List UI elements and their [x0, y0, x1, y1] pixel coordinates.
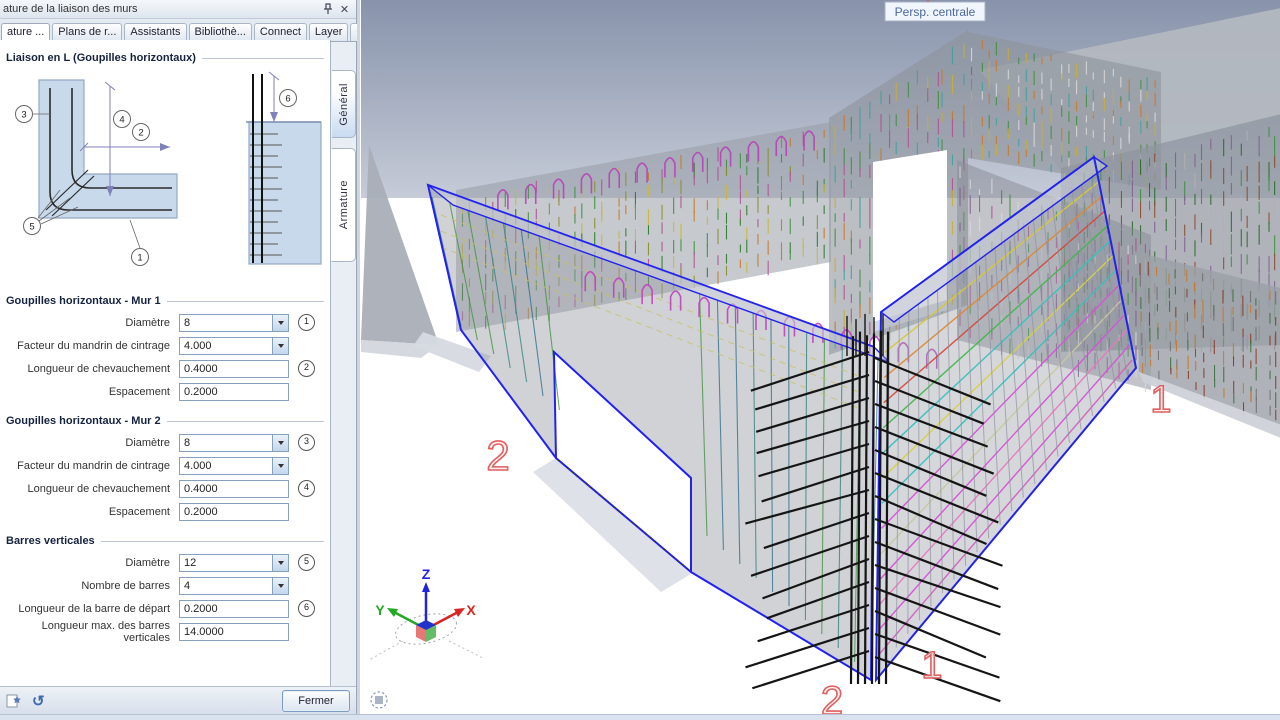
form-row: Nombre de barres40	[4, 574, 330, 597]
input-s1-r4[interactable]	[179, 383, 289, 401]
axis-z-label: Z	[422, 566, 431, 582]
form-row: Diamètre8 1	[4, 311, 330, 334]
wall-marker: 1	[1150, 379, 1171, 421]
section-title: Goupilles horizontaux - Mur 2	[6, 415, 161, 427]
tab-armature[interactable]: Armature	[331, 148, 356, 262]
form-section: Barres verticales Diamètre12 5 Nombre de ba…	[4, 535, 330, 643]
chevron-down-icon[interactable]	[272, 555, 288, 571]
panel-titlebar: ature de la liaison des murs ✕	[0, 0, 356, 19]
form-row: Longueur de chevauchement 4	[4, 477, 330, 500]
3d-viewport[interactable]: 2 1 1 2 Persp. centrale Z X Y	[360, 0, 1280, 714]
dropdown-s1-r1[interactable]: 8	[179, 314, 289, 332]
input-s3-r3[interactable]	[179, 600, 289, 618]
callout-badge: 2	[298, 360, 315, 377]
field-label: Longueur de chevauchement	[4, 483, 179, 495]
field-label: Facteur du mandrin de cintrage	[4, 340, 179, 352]
dropdown-s1-r2[interactable]: 4.000	[179, 337, 289, 355]
svg-text:6: 6	[285, 94, 290, 105]
panel-title: ature de la liaison des murs	[3, 3, 319, 15]
form-sections: Goupilles horizontaux - Mur 1Diamètre81F…	[4, 295, 330, 643]
tab-2[interactable]: Plans de r...	[52, 23, 122, 41]
tab-4[interactable]: Bibliothè...	[189, 23, 252, 41]
dropdown-value: 4.000	[180, 460, 272, 472]
input-s3-r4[interactable]	[179, 623, 289, 641]
bottom-status-strip	[0, 714, 1280, 720]
field-label: Nombre de barres	[4, 580, 179, 592]
form-section: Goupilles horizontaux - Mur 2 Diamètre8 3 F…	[4, 415, 330, 523]
dropdown-value: 4.000	[180, 340, 272, 352]
pin-icon[interactable]	[319, 2, 336, 17]
tab-general[interactable]: Général	[332, 70, 356, 138]
form-row: Diamètre12 5	[4, 551, 330, 574]
diagram-title: Liaison en L (Goupilles horizontaux)	[6, 52, 196, 64]
chevron-down-icon[interactable]	[272, 435, 288, 451]
form-row: Espacement0	[4, 380, 330, 403]
field-label: Espacement	[4, 386, 179, 398]
dropdown-value: 12	[180, 557, 272, 569]
wall-marker: 1	[921, 645, 942, 687]
svg-text:5: 5	[29, 222, 34, 233]
chevron-down-icon[interactable]	[272, 578, 288, 594]
callout-badge: 3	[298, 434, 315, 451]
form-row: Facteur du mandrin de cintrage4.0000	[4, 454, 330, 477]
axis-x-label: X	[466, 602, 476, 618]
chevron-down-icon[interactable]	[272, 458, 288, 474]
input-s1-r3[interactable]	[179, 360, 289, 378]
reinforcement-panel: ature de la liaison des murs ✕ ature ...…	[0, 0, 357, 714]
callout-badge: 1	[298, 314, 315, 331]
callout-badge: 5	[298, 554, 315, 571]
panel-tabs: ature ...Plans de r...AssistantsBiblioth…	[0, 19, 356, 42]
form-row: Espacement0	[4, 500, 330, 523]
svg-text:1: 1	[137, 253, 142, 264]
chevron-down-icon[interactable]	[272, 315, 288, 331]
wall-marker: 2	[486, 432, 509, 479]
form-row: Longueur de la barre de départ 6	[4, 597, 330, 620]
field-label: Facteur du mandrin de cintrage	[4, 460, 179, 472]
connection-diagram: 3 4 2 5 1 6	[4, 68, 330, 283]
callout-badge: 6	[298, 600, 315, 617]
field-label: Diamètre	[4, 557, 179, 569]
tab-5[interactable]: Connect	[254, 23, 307, 41]
svg-text:4: 4	[119, 115, 124, 126]
form-row: Diamètre8 3	[4, 431, 330, 454]
input-s2-r3[interactable]	[179, 480, 289, 498]
dropdown-value: 8	[180, 317, 272, 329]
field-label: Diamètre	[4, 437, 179, 449]
input-s2-r4[interactable]	[179, 503, 289, 521]
panel-content: Liaison en L (Goupilles horizontaux) 3 4 2…	[0, 40, 331, 686]
chevron-down-icon[interactable]	[272, 338, 288, 354]
favorite-preset-icon[interactable]	[6, 693, 22, 708]
dropdown-value: 4	[180, 580, 272, 592]
field-label: Diamètre	[4, 317, 179, 329]
axis-y-label: Y	[375, 602, 385, 618]
svg-text:2: 2	[138, 128, 143, 139]
dropdown-s3-r2[interactable]: 4	[179, 577, 289, 595]
section-title: Barres verticales	[6, 535, 95, 547]
tab-3[interactable]: Assistants	[124, 23, 186, 41]
dropdown-s3-r1[interactable]: 12	[179, 554, 289, 572]
close-button[interactable]: Fermer	[282, 690, 350, 712]
field-label: Longueur de chevauchement	[4, 363, 179, 375]
reset-icon[interactable]: ↺	[32, 692, 45, 710]
viewport-label: Persp. centrale	[895, 5, 976, 19]
svg-text:3: 3	[21, 110, 26, 121]
section-title: Goupilles horizontaux - Mur 1	[6, 295, 161, 307]
field-label: Longueur de la barre de départ	[4, 603, 179, 615]
dropdown-s2-r2[interactable]: 4.000	[179, 457, 289, 475]
tab-6[interactable]: Layer	[309, 23, 349, 41]
field-label: Espacement	[4, 506, 179, 518]
close-icon[interactable]: ✕	[336, 2, 353, 17]
form-section: Goupilles horizontaux - Mur 1 Diamètre8 1 F…	[4, 295, 330, 403]
form-row: Facteur du mandrin de cintrage4.0000	[4, 334, 330, 357]
wall-marker: 2	[821, 679, 843, 714]
form-row: Longueur max. des barres verticales0	[4, 620, 330, 643]
dropdown-s2-r1[interactable]: 8	[179, 434, 289, 452]
form-row: Longueur de chevauchement 2	[4, 357, 330, 380]
dropdown-value: 8	[180, 437, 272, 449]
field-label: Longueur max. des barres verticales	[4, 620, 179, 644]
callout-badge: 4	[298, 480, 315, 497]
viewport-title: Persp. centrale	[885, 1, 985, 22]
panel-bottom-bar: ↺ Fermer	[0, 686, 356, 714]
